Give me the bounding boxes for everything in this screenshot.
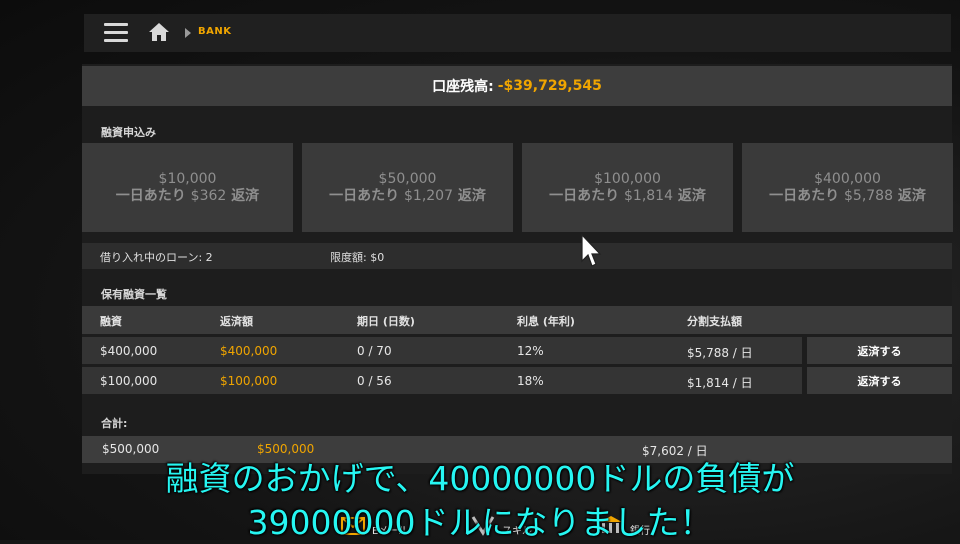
per-day-label: 一日あたり [769,187,840,204]
loan-option-amount: $400,000 [814,170,881,187]
per-day-label: 一日あたり [329,187,400,204]
balance-value: -$39,729,545 [497,78,602,94]
per-day-amount: $1,207 [404,187,453,204]
totals-title: 合計: [101,417,128,430]
repay-label: 返済 [897,187,926,204]
subtitle-line-1: 融資のおかげで、40000000ドルの負債が [165,459,795,498]
subtitle-line-2: 39000000ドルになりました！ [247,503,713,542]
table-row: $400,000 $400,000 0 / 70 12% $5,788 / 日 [82,337,802,364]
loan-option-card[interactable]: $400,000 一日あたり $5,788 返済 [742,143,953,232]
interest-cell: 18% [517,374,544,388]
column-header: 利息 (年利) [517,315,575,328]
interest-cell: 12% [517,344,544,358]
bank-panel [82,64,952,474]
per-day-label: 一日あたり [549,187,620,204]
loan-info-bar: 借り入れ中のローン: 2 限度額: $0 [82,243,952,269]
loans-table-header: 融資 返済額 期日 (日数) 利息 (年利) 分割支払額 [82,306,952,334]
column-header: 分割支払額 [687,315,742,328]
repay-amount-cell: $100,000 [220,374,278,388]
column-header: 期日 (日数) [357,315,415,328]
repay-label: 返済 [457,187,486,204]
menu-icon[interactable] [104,23,128,43]
repay-button[interactable]: 返済する [807,367,952,394]
loan-amount-cell: $400,000 [100,344,158,358]
loan-option-card[interactable]: $10,000 一日あたり $362 返済 [82,143,293,232]
repay-amount-cell: $400,000 [220,344,278,358]
loan-apply-title: 融資申込み [101,126,156,139]
per-day-amount: $5,788 [844,187,893,204]
per-day-label: 一日あたり [115,187,186,204]
due-days-cell: 0 / 56 [357,374,392,388]
loan-option-amount: $10,000 [158,170,217,187]
breadcrumb[interactable]: BANK [198,26,231,37]
repay-button[interactable]: 返済する [807,337,952,364]
column-header: 返済額 [220,315,253,328]
loan-option-card[interactable]: $50,000 一日あたり $1,207 返済 [302,143,513,232]
balance-label: 口座残高: [432,79,494,95]
top-bar: BANK [84,14,951,52]
per-day-amount: $1,814 [624,187,673,204]
breadcrumb-arrow-icon [185,28,191,38]
per-day-amount: $362 [190,187,227,204]
installment-cell: $1,814 / 日 [687,376,753,390]
loan-option-amount: $100,000 [594,170,661,187]
loans-list-title: 保有融資一覧 [101,288,167,301]
loan-option-card[interactable]: $100,000 一日あたり $1,814 返済 [522,143,733,232]
column-header: 融資 [100,315,122,328]
table-row: $100,000 $100,000 0 / 56 18% $1,814 / 日 [82,367,802,394]
mouse-cursor-icon [580,233,602,272]
due-days-cell: 0 / 70 [357,344,392,358]
installment-cell: $5,788 / 日 [687,346,753,360]
home-icon[interactable] [148,22,170,46]
credit-limit: 限度額: $0 [330,251,385,264]
active-loans-count: 借り入れ中のローン: 2 [100,251,213,264]
repay-label: 返済 [231,187,260,204]
balance-bar: 口座残高: -$39,729,545 [82,66,952,106]
loan-amount-cell: $100,000 [100,374,158,388]
loan-option-amount: $50,000 [378,170,437,187]
repay-label: 返済 [677,187,706,204]
